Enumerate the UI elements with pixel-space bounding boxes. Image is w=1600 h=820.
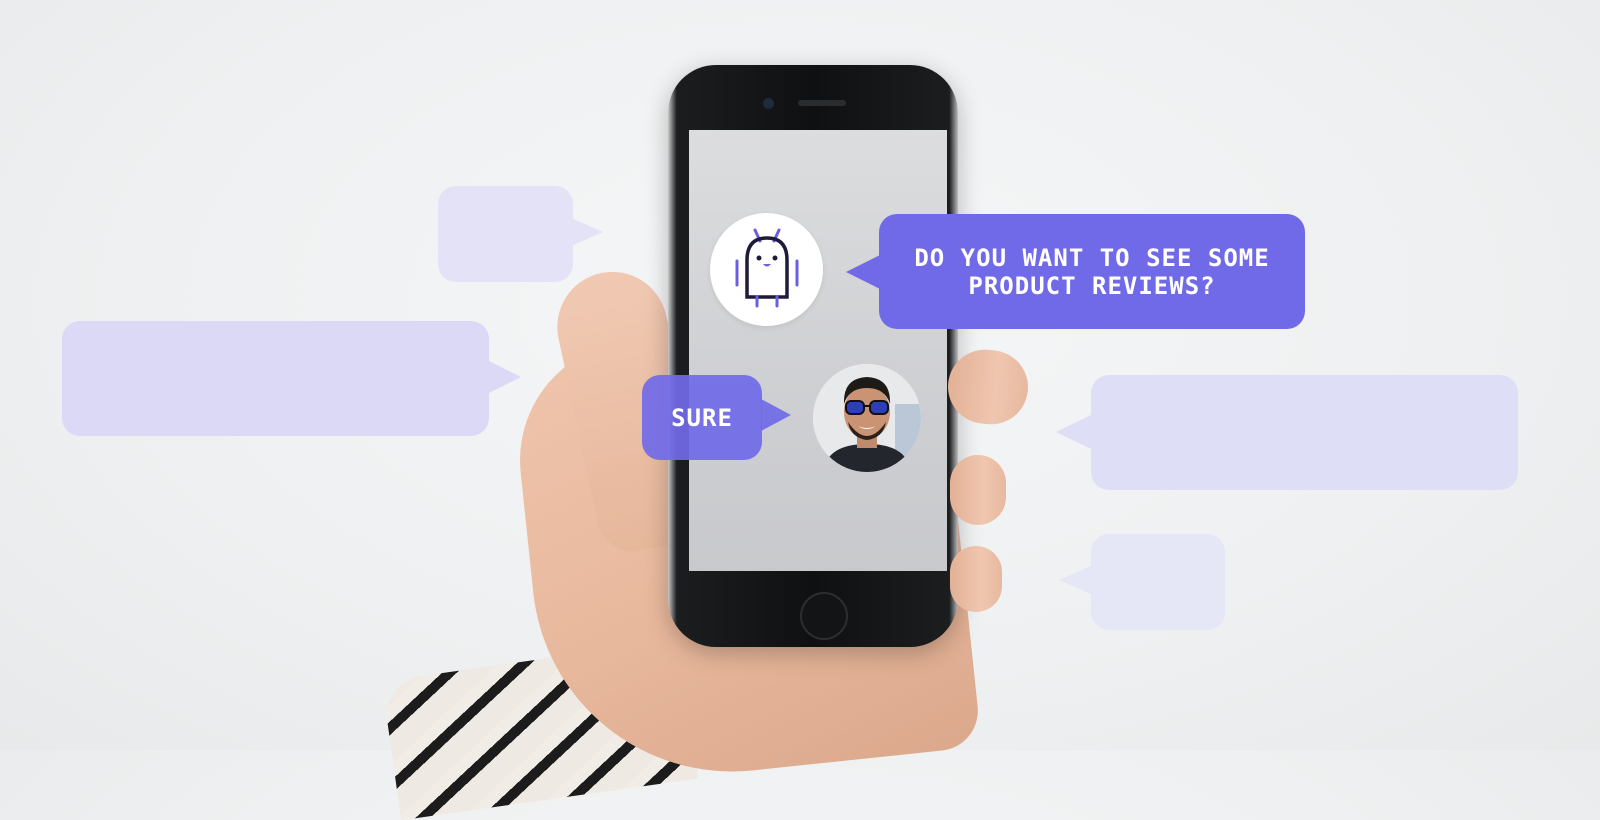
user-message-bubble: SURE bbox=[642, 375, 762, 460]
bot-bubble-tail bbox=[846, 254, 882, 290]
phone-speaker bbox=[798, 100, 846, 106]
bot-message-bubble: DO YOU WANT TO SEE SOME PRODUCT REVIEWS? bbox=[879, 214, 1305, 329]
ghost-bubble-top-left bbox=[438, 186, 603, 282]
hand-finger bbox=[950, 455, 1006, 525]
scene: DO YOU WANT TO SEE SOME PRODUCT REVIEWS?… bbox=[0, 0, 1600, 820]
user-portrait bbox=[813, 364, 921, 472]
hand-finger bbox=[950, 546, 1002, 612]
robot-icon bbox=[735, 228, 799, 308]
bot-message-line-1: DO YOU WANT TO SEE SOME bbox=[914, 243, 1270, 272]
bot-avatar bbox=[710, 213, 823, 326]
front-camera bbox=[764, 99, 773, 108]
user-bubble-tail bbox=[761, 399, 791, 431]
ghost-bubble-bottom-right bbox=[1059, 534, 1225, 630]
ghost-bubble-mid-left bbox=[62, 321, 521, 436]
home-button bbox=[800, 592, 848, 640]
phone-screen bbox=[689, 130, 947, 571]
user-message-text: SURE bbox=[671, 403, 733, 432]
bot-message-line-2: PRODUCT REVIEWS? bbox=[968, 271, 1216, 300]
ghost-bubble-mid-right bbox=[1056, 375, 1518, 490]
user-avatar bbox=[813, 364, 921, 472]
